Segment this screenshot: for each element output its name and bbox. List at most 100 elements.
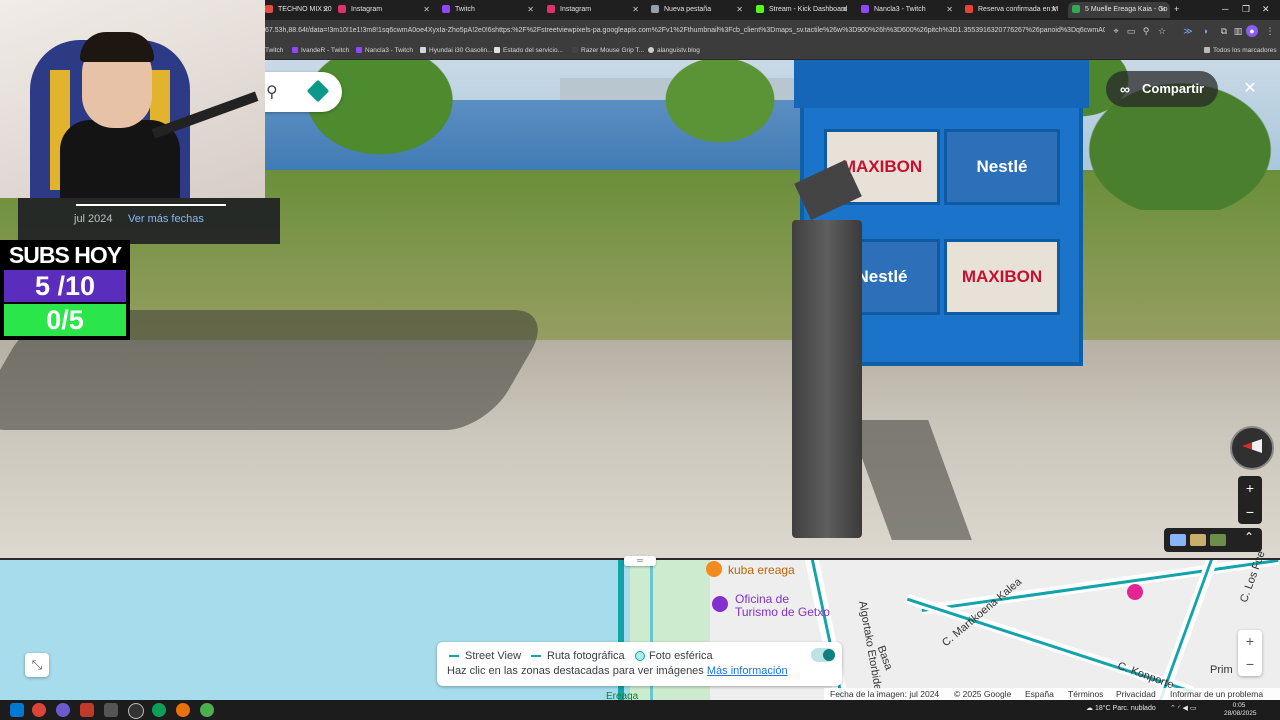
zoom-icon[interactable]: ⚲	[1140, 25, 1152, 37]
food-pin-icon[interactable]	[706, 561, 722, 577]
app-taskbar-icon[interactable]	[56, 703, 70, 717]
legend-hint: Haz clic en las zonas destacadas para ve…	[447, 665, 788, 677]
map-zoom-in-button[interactable]: +	[1238, 630, 1262, 653]
weather-widget[interactable]: ☁ 18°C Parc. nublado	[1086, 704, 1156, 712]
bookmark-item[interactable]: Nancla3 - Twitch	[356, 45, 413, 56]
maximize-icon[interactable]: ❐	[1242, 4, 1250, 15]
close-tab-icon[interactable]: ✕	[322, 2, 329, 18]
razer-icon	[572, 47, 578, 54]
more-dates-link[interactable]: Ver más fechas	[128, 213, 204, 225]
bookmark-item[interactable]: Hyundai i30 Gasolin...	[420, 45, 493, 56]
app-taskbar-icon[interactable]	[104, 703, 118, 717]
maps-icon	[1072, 5, 1080, 14]
chrome-canary-taskbar-icon[interactable]	[176, 703, 190, 717]
profile-avatar[interactable]: ●	[1246, 25, 1258, 37]
country-link[interactable]: España	[1025, 688, 1054, 700]
close-tab-icon[interactable]: ✕	[1050, 2, 1057, 18]
volume-icon: ◀	[1182, 705, 1188, 712]
extension-icon-2[interactable]: ◗	[1200, 25, 1212, 37]
place-label[interactable]: Oficina de Turismo de Getxo	[735, 593, 830, 619]
image-date: Fecha de la imagen: jul 2024	[830, 689, 940, 699]
search-icon[interactable]: ⚲	[266, 82, 278, 102]
install-app-icon[interactable]: ▭	[1125, 25, 1137, 37]
sidebar-icon[interactable]: ▥	[1232, 25, 1244, 37]
street-view-legend: Street View Ruta fotográfica Foto esféri…	[437, 642, 842, 686]
close-tab-icon[interactable]: ✕	[841, 2, 848, 18]
report-problem-link[interactable]: Informar de un problema	[1170, 688, 1263, 700]
expand-up-icon[interactable]: ⌃	[1244, 530, 1260, 544]
tab-twitch[interactable]: Twitch ✕	[442, 2, 538, 18]
street-view-date-panel: jul 2024 Ver más fechas	[18, 198, 280, 244]
bookmark-item[interactable]: Estado del servicio...	[494, 45, 563, 56]
subs-secondary-goal: 0/5	[4, 304, 126, 336]
layer-thumb-map[interactable]	[1170, 534, 1186, 546]
privacy-link[interactable]: Privacidad	[1116, 688, 1156, 700]
menu-dots-icon[interactable]: ⋮	[1264, 25, 1276, 37]
extensions-puzzle-icon[interactable]: ⧉	[1218, 25, 1230, 37]
map-zoom-out-button[interactable]: −	[1238, 653, 1262, 676]
chrome-taskbar-icon[interactable]	[32, 703, 46, 717]
streamer-webcam	[0, 0, 265, 198]
new-tab-button[interactable]: +	[1174, 4, 1179, 14]
compass-control[interactable]	[1230, 426, 1274, 470]
tab-techno-mix[interactable]: TECHNO MIX 20 ✕	[265, 2, 333, 18]
kiosk-roof	[794, 60, 1089, 108]
app-taskbar-icon[interactable]	[200, 703, 214, 717]
all-bookmarks-folder[interactable]: Todos los marcadores	[1204, 45, 1277, 56]
tray-icons[interactable]: ⌃ ◜ ◀ ▭	[1170, 704, 1196, 712]
solid-line-icon	[449, 655, 459, 658]
street-view-search-pill: ⚲	[262, 72, 342, 112]
layer-thumb-satellite[interactable]	[1210, 534, 1226, 546]
close-tab-icon[interactable]: ✕	[946, 2, 953, 18]
twitch-icon	[861, 5, 869, 14]
layers-control[interactable]: ⌃	[1164, 528, 1262, 552]
tab-instagram-2[interactable]: Instagram ✕	[547, 2, 643, 18]
expand-map-button[interactable]: ⤡	[25, 653, 49, 677]
layer-thumb-terrain[interactable]	[1190, 534, 1206, 546]
obs-taskbar-icon[interactable]	[128, 703, 144, 719]
edge-taskbar-icon[interactable]	[152, 703, 166, 717]
map-footer: Fecha de la imagen: jul 2024 © 2025 Goog…	[824, 688, 1280, 700]
directions-icon[interactable]	[306, 79, 330, 103]
place-label[interactable]: kuba ereaga	[728, 564, 795, 577]
tab-new-tab[interactable]: Nueva pestaña ✕	[651, 2, 747, 18]
capture-date: jul 2024	[74, 213, 113, 225]
bookmark-item[interactable]: alanguistv.blog	[648, 45, 700, 56]
bookmark-item[interactable]: Twitch	[265, 45, 283, 56]
bookmark-star-icon[interactable]: ☆	[1156, 25, 1168, 37]
street-view-toggle[interactable]	[811, 648, 835, 662]
streamer-hair	[80, 32, 154, 62]
close-tab-icon[interactable]: ✕	[527, 2, 534, 18]
close-tab-icon[interactable]: ✕	[1159, 2, 1166, 18]
extension-icon[interactable]: ≫	[1182, 25, 1194, 37]
share-button[interactable]: ∞ Compartir	[1106, 71, 1218, 107]
zoom-in-button[interactable]: +	[1238, 476, 1262, 500]
minimize-icon[interactable]: ─	[1222, 4, 1228, 14]
windows-start-icon[interactable]	[10, 703, 24, 717]
system-clock[interactable]: 0:05 28/08/2025	[1224, 702, 1257, 718]
url-field[interactable]: 67.53h,88.64t/data=!3m10!1e1!3m8!1sq6cwm…	[265, 24, 1105, 38]
close-tab-icon[interactable]: ✕	[632, 2, 639, 18]
terms-link[interactable]: Términos	[1068, 688, 1103, 700]
tourism-pin-icon[interactable]	[712, 596, 728, 612]
zoom-out-button[interactable]: −	[1238, 500, 1262, 524]
bookmark-item[interactable]: Razer Mouse Grip T...	[572, 45, 644, 56]
tab-instagram-1[interactable]: Instagram ✕	[338, 2, 434, 18]
app-taskbar-icon[interactable]	[80, 703, 94, 717]
tab-kick-dashboard[interactable]: Stream - Kick Dashboard ✕	[756, 2, 852, 18]
map-resize-handle[interactable]: ═	[624, 556, 656, 566]
close-tab-icon[interactable]: ✕	[423, 2, 430, 18]
close-window-icon[interactable]: ✕	[1262, 4, 1270, 15]
hotel-pin-icon[interactable]	[1127, 584, 1143, 600]
close-tab-icon[interactable]: ✕	[736, 2, 743, 18]
bookmark-item[interactable]: IvandeR - Twitch	[292, 45, 349, 56]
instagram-icon	[338, 5, 346, 14]
more-info-link[interactable]: Más información	[707, 665, 788, 677]
tab-reserva[interactable]: Reserva confirmada en M ✕	[965, 2, 1061, 18]
location-icon[interactable]: ⌖	[1110, 25, 1122, 37]
windows-taskbar: ☁ 18°C Parc. nublado ⌃ ◜ ◀ ▭ 0:05 28/08/2…	[0, 700, 1280, 720]
close-street-view-button[interactable]: ✕	[1236, 76, 1264, 102]
sphere-dot-icon	[635, 651, 645, 662]
tab-nancla3-twitch[interactable]: Nancla3 - Twitch ✕	[861, 2, 957, 18]
tab-google-maps[interactable]: 5 Muelle Ereaga Kaia - Go ✕	[1068, 2, 1170, 18]
